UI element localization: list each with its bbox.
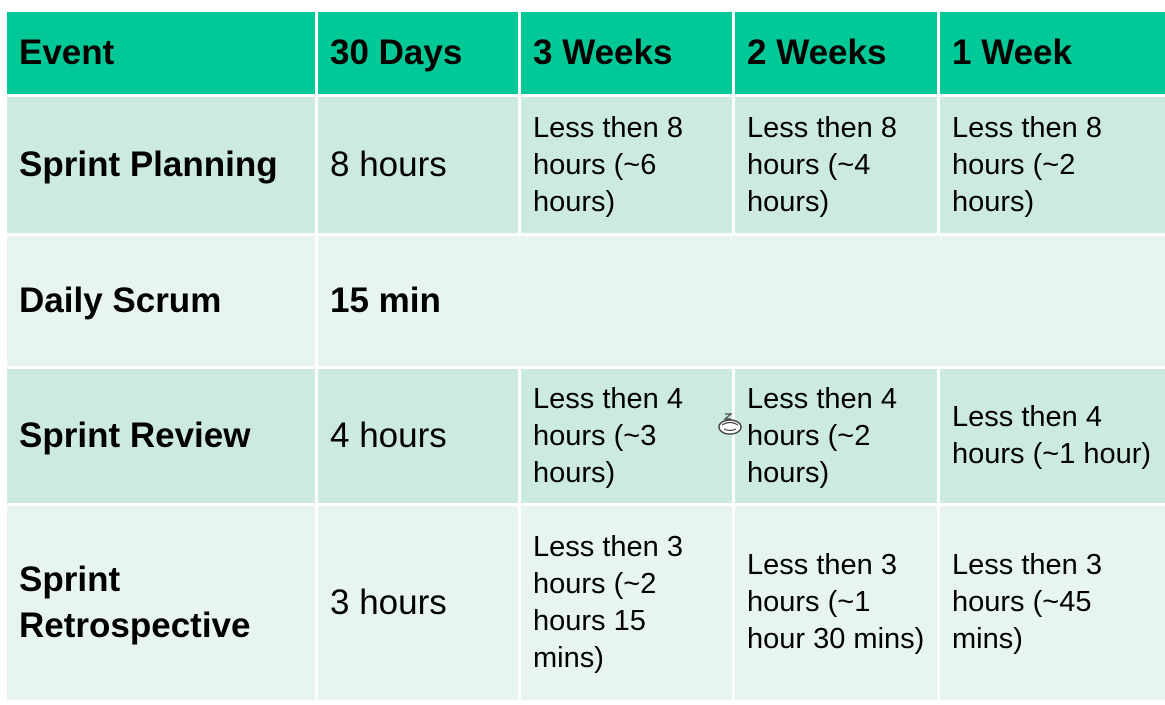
duration-3-weeks: Less then 8 hours (~6 hours)	[518, 93, 735, 237]
duration-30-days: 8 hours	[315, 93, 521, 237]
duration-30-days: 4 hours	[315, 366, 521, 506]
duration-2-weeks: Less then 3 hours (~1 hour 30 mins)	[732, 502, 940, 704]
duration-1-week: Less then 4 hours (~1 hour)	[937, 366, 1165, 506]
header-30-days: 30 Days	[315, 9, 521, 97]
duration-all-sprints: 15 min	[315, 233, 1165, 370]
event-name: Daily Scrum	[4, 233, 318, 370]
duration-3-weeks: Less then 3 hours (~2 hours 15 mins)	[518, 502, 735, 704]
duration-3-weeks: Less then 4 hours (~3 hours)	[518, 366, 735, 506]
busy-cursor-icon	[716, 412, 744, 436]
table-row-daily-scrum: Daily Scrum 15 min	[4, 233, 1165, 370]
header-3-weeks: 3 Weeks	[518, 9, 735, 97]
header-event: Event	[4, 9, 318, 97]
header-1-week: 1 Week	[937, 9, 1165, 97]
event-name: Sprint Planning	[4, 93, 318, 237]
scrum-event-timebox-table: Event 30 Days 3 Weeks 2 Weeks 1 Week Spr…	[4, 9, 1165, 704]
table-row-sprint-planning: Sprint Planning 8 hours Less then 8 hour…	[4, 93, 1165, 237]
duration-30-days: 3 hours	[315, 502, 521, 704]
header-row: Event 30 Days 3 Weeks 2 Weeks 1 Week	[4, 9, 1165, 97]
event-name: Sprint Retrospective	[4, 502, 318, 704]
duration-2-weeks: Less then 4 hours (~2 hours)	[732, 366, 940, 506]
table-row-sprint-review: Sprint Review 4 hours Less then 4 hours …	[4, 366, 1165, 506]
duration-1-week: Less then 8 hours (~2 hours)	[937, 93, 1165, 237]
table-row-sprint-retrospective: Sprint Retrospective 3 hours Less then 3…	[4, 502, 1165, 704]
event-name: Sprint Review	[4, 366, 318, 506]
duration-2-weeks: Less then 8 hours (~4 hours)	[732, 93, 940, 237]
header-2-weeks: 2 Weeks	[732, 9, 940, 97]
duration-1-week: Less then 3 hours (~45 mins)	[937, 502, 1165, 704]
